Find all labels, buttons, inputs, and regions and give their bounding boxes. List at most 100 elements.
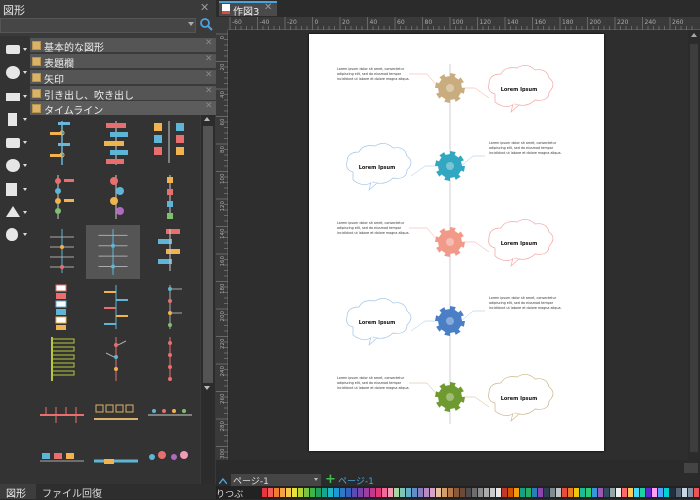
color-swatch[interactable] xyxy=(634,488,639,497)
color-swatch[interactable] xyxy=(304,488,309,497)
timeline-shape-tile[interactable] xyxy=(90,171,142,223)
color-swatch[interactable] xyxy=(286,488,291,497)
color-swatch[interactable] xyxy=(526,488,531,497)
timeline-shape-tile[interactable] xyxy=(144,333,196,385)
color-swatch[interactable] xyxy=(628,488,633,497)
color-swatch[interactable] xyxy=(598,488,603,497)
timeline-shape-tile[interactable] xyxy=(36,439,88,484)
canvas-scroll-thumb[interactable] xyxy=(690,44,698,452)
page-select[interactable]: ページ-1 xyxy=(231,474,321,487)
color-swatch[interactable] xyxy=(460,488,465,497)
timeline-shape-tile[interactable] xyxy=(90,117,142,169)
color-swatch[interactable] xyxy=(538,488,543,497)
timeline-shape-tile[interactable] xyxy=(144,117,196,169)
color-swatch[interactable] xyxy=(418,488,423,497)
timeline-shape-tile[interactable] xyxy=(144,439,196,484)
color-swatch[interactable] xyxy=(502,488,507,497)
cloud-callout[interactable] xyxy=(488,219,554,261)
color-swatch[interactable] xyxy=(568,488,573,497)
library-close-icon[interactable]: ✕ xyxy=(205,54,213,64)
timeline-shape-tile[interactable] xyxy=(36,225,88,277)
add-page-button[interactable]: + xyxy=(325,472,336,487)
color-swatch[interactable] xyxy=(388,488,393,497)
expand-up-icon[interactable] xyxy=(218,476,228,485)
color-swatch[interactable] xyxy=(622,488,627,497)
library-timeline[interactable]: タイムライン ✕ xyxy=(30,101,216,117)
device-icon[interactable] xyxy=(4,112,28,128)
color-swatch[interactable] xyxy=(514,488,519,497)
timeline-shape-tile[interactable] xyxy=(36,117,88,169)
color-swatch[interactable] xyxy=(316,488,321,497)
color-swatch[interactable] xyxy=(310,488,315,497)
color-swatch[interactable] xyxy=(394,488,399,497)
library-close-icon[interactable]: ✕ xyxy=(205,86,213,96)
truck-icon[interactable] xyxy=(4,89,28,105)
color-swatch[interactable] xyxy=(532,488,537,497)
color-swatch[interactable] xyxy=(478,488,483,497)
tab-shapes[interactable]: 図形 xyxy=(0,484,36,500)
gallery-scroll-thumb[interactable] xyxy=(203,126,213,383)
color-swatch[interactable] xyxy=(556,488,561,497)
drawing-page[interactable]: Lorem Ipsum Lorem ipsum dolor sit amet, c… xyxy=(309,34,604,451)
timeline-shape-tile[interactable] xyxy=(144,385,196,437)
cloud-callout[interactable] xyxy=(488,65,554,107)
search-icon[interactable] xyxy=(199,17,214,32)
color-swatch[interactable] xyxy=(610,488,615,497)
heart-badge-icon[interactable] xyxy=(4,158,28,174)
color-swatch[interactable] xyxy=(544,488,549,497)
people-icon[interactable] xyxy=(4,182,28,198)
page-select-dropdown-icon[interactable] xyxy=(314,478,318,481)
color-swatch[interactable] xyxy=(364,488,369,497)
timeline-node-group[interactable]: Lorem Ipsum Lorem ipsum dolor sit amet, c… xyxy=(337,219,554,267)
library-basic-shapes[interactable]: 基本的な図形 ✕ xyxy=(30,38,216,54)
color-swatch[interactable] xyxy=(580,488,585,497)
color-swatch[interactable] xyxy=(694,488,699,497)
timeline-node-group[interactable]: Lorem Ipsum Lorem ipsum dolor sit amet, c… xyxy=(337,65,554,113)
color-swatch[interactable] xyxy=(292,488,297,497)
library-close-icon[interactable]: ✕ xyxy=(205,101,213,111)
color-swatch[interactable] xyxy=(412,488,417,497)
color-swatch[interactable] xyxy=(682,488,687,497)
color-swatch[interactable] xyxy=(268,488,273,497)
triangle-shapes-icon[interactable] xyxy=(4,205,28,221)
color-swatch[interactable] xyxy=(658,488,663,497)
color-swatch[interactable] xyxy=(574,488,579,497)
cloud-callout[interactable] xyxy=(346,143,412,185)
color-swatch[interactable] xyxy=(676,488,681,497)
timeline-shape-tile[interactable] xyxy=(144,225,196,277)
scroll-up-icon[interactable] xyxy=(691,33,697,37)
color-swatch[interactable] xyxy=(376,488,381,497)
color-swatch[interactable] xyxy=(436,488,441,497)
page-tab[interactable]: ページ-1 xyxy=(338,474,378,487)
timeline-shape-tile[interactable] xyxy=(36,333,88,385)
color-swatch[interactable] xyxy=(508,488,513,497)
color-swatch[interactable] xyxy=(454,488,459,497)
tab-file-recovery[interactable]: ファイル回復 xyxy=(40,484,130,500)
timeline-shape-tile[interactable] xyxy=(144,171,196,223)
color-swatch[interactable] xyxy=(484,488,489,497)
color-swatch[interactable] xyxy=(664,488,669,497)
color-swatch[interactable] xyxy=(616,488,621,497)
color-swatch[interactable] xyxy=(448,488,453,497)
pie-chart-icon[interactable] xyxy=(4,65,28,81)
timeline-shape-tile[interactable] xyxy=(90,281,142,333)
color-swatch[interactable] xyxy=(466,488,471,497)
panel-close-button[interactable]: ✕ xyxy=(200,1,209,14)
color-swatch[interactable] xyxy=(274,488,279,497)
color-swatch[interactable] xyxy=(280,488,285,497)
cloud-callout[interactable] xyxy=(346,298,412,340)
color-swatch[interactable] xyxy=(358,488,363,497)
color-swatch[interactable] xyxy=(550,488,555,497)
library-close-icon[interactable]: ✕ xyxy=(205,38,213,48)
apple-icon[interactable] xyxy=(4,227,28,243)
library-close-icon[interactable]: ✕ xyxy=(205,70,213,80)
color-swatch[interactable] xyxy=(442,488,447,497)
color-swatch[interactable] xyxy=(472,488,477,497)
color-swatch[interactable] xyxy=(298,488,303,497)
camera-icon[interactable] xyxy=(4,135,28,151)
shape-search-input[interactable] xyxy=(0,18,196,33)
horizontal-scroll-right[interactable] xyxy=(684,463,698,473)
color-swatch[interactable] xyxy=(604,488,609,497)
timeline-shape-tile[interactable] xyxy=(90,333,142,385)
color-swatch[interactable] xyxy=(490,488,495,497)
